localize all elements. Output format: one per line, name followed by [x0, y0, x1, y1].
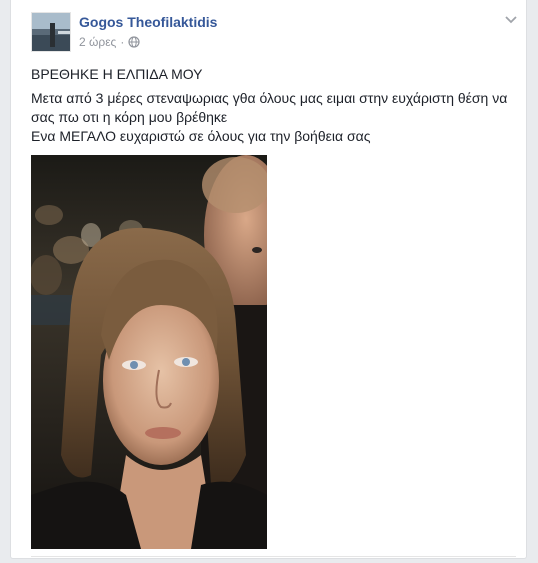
post-heading: ΒΡΕΘΗΚΕ Η ΕΛΠΙΔΑ ΜΟΥ: [31, 66, 203, 82]
post-card: Gogos Theofilaktidis 2 ώρες · ΒΡΕΘΗΚΕ Η …: [10, 0, 527, 559]
author-name-link[interactable]: Gogos Theofilaktidis: [79, 14, 217, 30]
post-timestamp[interactable]: 2 ώρες: [79, 35, 116, 49]
post-body-line-2: Ενα ΜΕΓΑΛΟ ευχαριστώ σε όλους για την βο…: [31, 128, 371, 144]
post-body-line-1: Μετα από 3 μέρες στεναψωριας γθα όλους μ…: [31, 90, 508, 125]
chevron-down-icon[interactable]: [504, 12, 518, 26]
post-photo[interactable]: [31, 155, 267, 549]
page: Gogos Theofilaktidis 2 ώρες · ΒΡΕΘΗΚΕ Η …: [0, 0, 538, 563]
photo-image: [31, 155, 267, 549]
avatar[interactable]: [31, 12, 71, 52]
post-text: ΒΡΕΘΗΚΕ Η ΕΛΠΙΔΑ ΜΟΥ Μετα από 3 μέρες στ…: [31, 65, 521, 146]
post-meta: 2 ώρες ·: [79, 35, 140, 49]
meta-separator: ·: [120, 35, 125, 49]
globe-icon[interactable]: [128, 36, 140, 48]
avatar-image: [32, 13, 70, 51]
card-divider: [31, 556, 516, 557]
